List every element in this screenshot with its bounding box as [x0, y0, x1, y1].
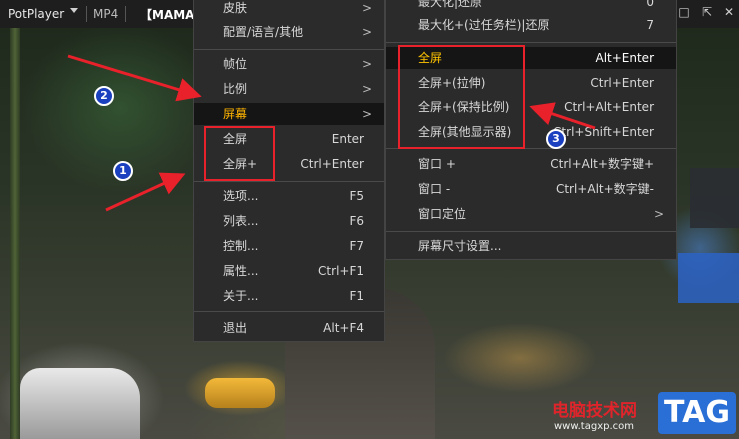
annotation-arrows — [67, 54, 596, 212]
step-badge-1: 1 — [113, 161, 133, 181]
watermark-url: www.tagxp.com — [554, 421, 634, 432]
arrow-to-fullscreen-items — [105, 172, 186, 212]
step-badge-2: 2 — [94, 86, 114, 106]
watermark-text: 电脑技术网 — [552, 401, 637, 421]
watermark-tag-logo: TAG — [658, 392, 736, 434]
arrow-to-screen-menu — [67, 54, 202, 102]
arrow-to-fullscreen-options — [529, 102, 596, 130]
step-badge-3: 3 — [546, 129, 566, 149]
